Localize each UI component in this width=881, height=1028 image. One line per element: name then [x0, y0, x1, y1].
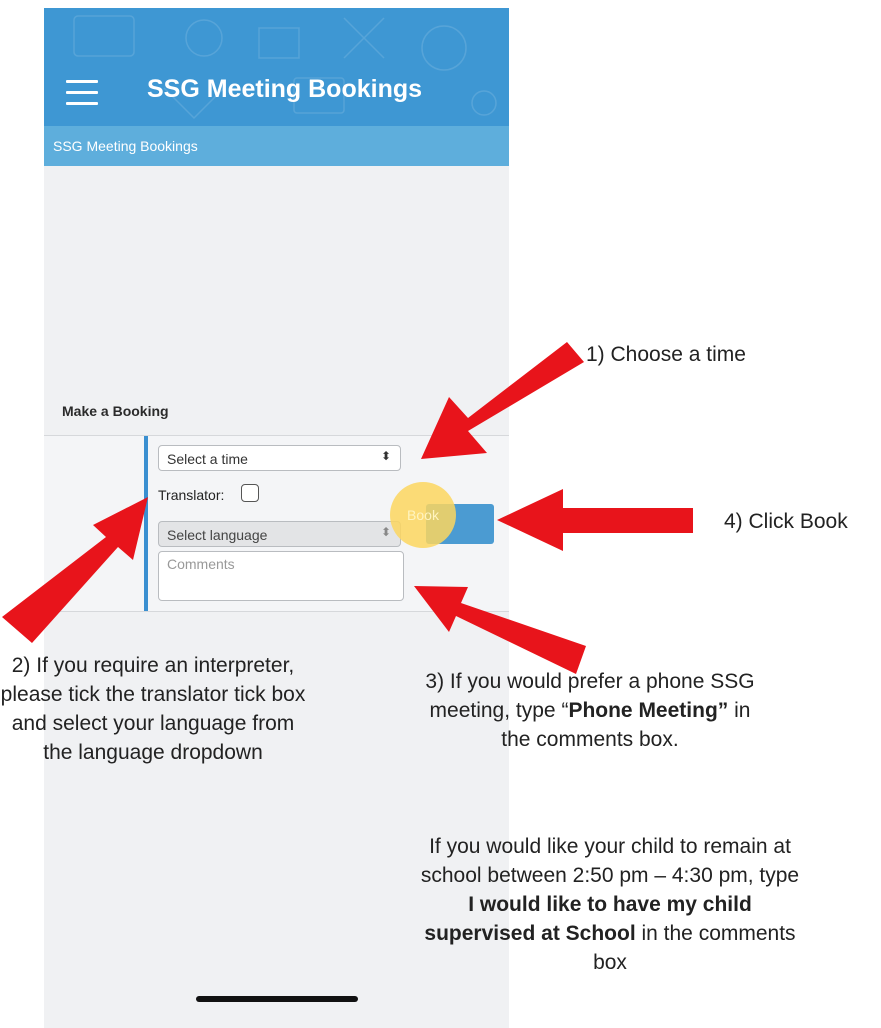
arrow-to-book	[497, 489, 693, 551]
app-bar: SSG Meeting Bookings	[44, 8, 509, 134]
comments-field[interactable]: Comments	[158, 551, 404, 601]
annotation-step-1: 1) Choose a time	[586, 343, 746, 366]
home-indicator[interactable]	[196, 996, 358, 1002]
breadcrumb[interactable]: SSG Meeting Bookings	[53, 138, 198, 154]
annotation-step-4: 4) Click Book	[724, 510, 848, 533]
annotation-step-3-bold: Phone Meeting”	[568, 699, 729, 722]
select-chevron-icon: ⬍	[380, 449, 391, 463]
annotation-step-3-supervision: If you would like your child to remain a…	[420, 832, 800, 977]
panel-accent-bar	[144, 436, 148, 611]
header-pattern	[73, 15, 497, 120]
comments-placeholder: Comments	[167, 556, 235, 572]
annotation-step-3: 3) If you would prefer a phone SSG meeti…	[420, 667, 760, 754]
book-button-label[interactable]: Book	[390, 482, 456, 548]
language-select-value: Select language	[167, 527, 268, 543]
hamburger-menu-icon[interactable]	[66, 80, 98, 106]
booking-heading: Make a Booking	[62, 403, 169, 419]
language-select[interactable]: Select language ⬍	[158, 521, 401, 547]
time-select[interactable]: Select a time ⬍	[158, 445, 401, 471]
annotation-supervision-text: If you would like your child to remain a…	[420, 835, 800, 887]
translator-label: Translator:	[158, 487, 225, 503]
annotation-step-2: 2) If you require an interpreter, please…	[0, 654, 306, 764]
breadcrumb-bar: SSG Meeting Bookings	[44, 126, 509, 166]
time-select-value: Select a time	[167, 451, 248, 467]
translator-checkbox[interactable]	[241, 484, 259, 502]
app-title: SSG Meeting Bookings	[147, 75, 423, 103]
book-highlight-circle: Book	[390, 482, 456, 548]
